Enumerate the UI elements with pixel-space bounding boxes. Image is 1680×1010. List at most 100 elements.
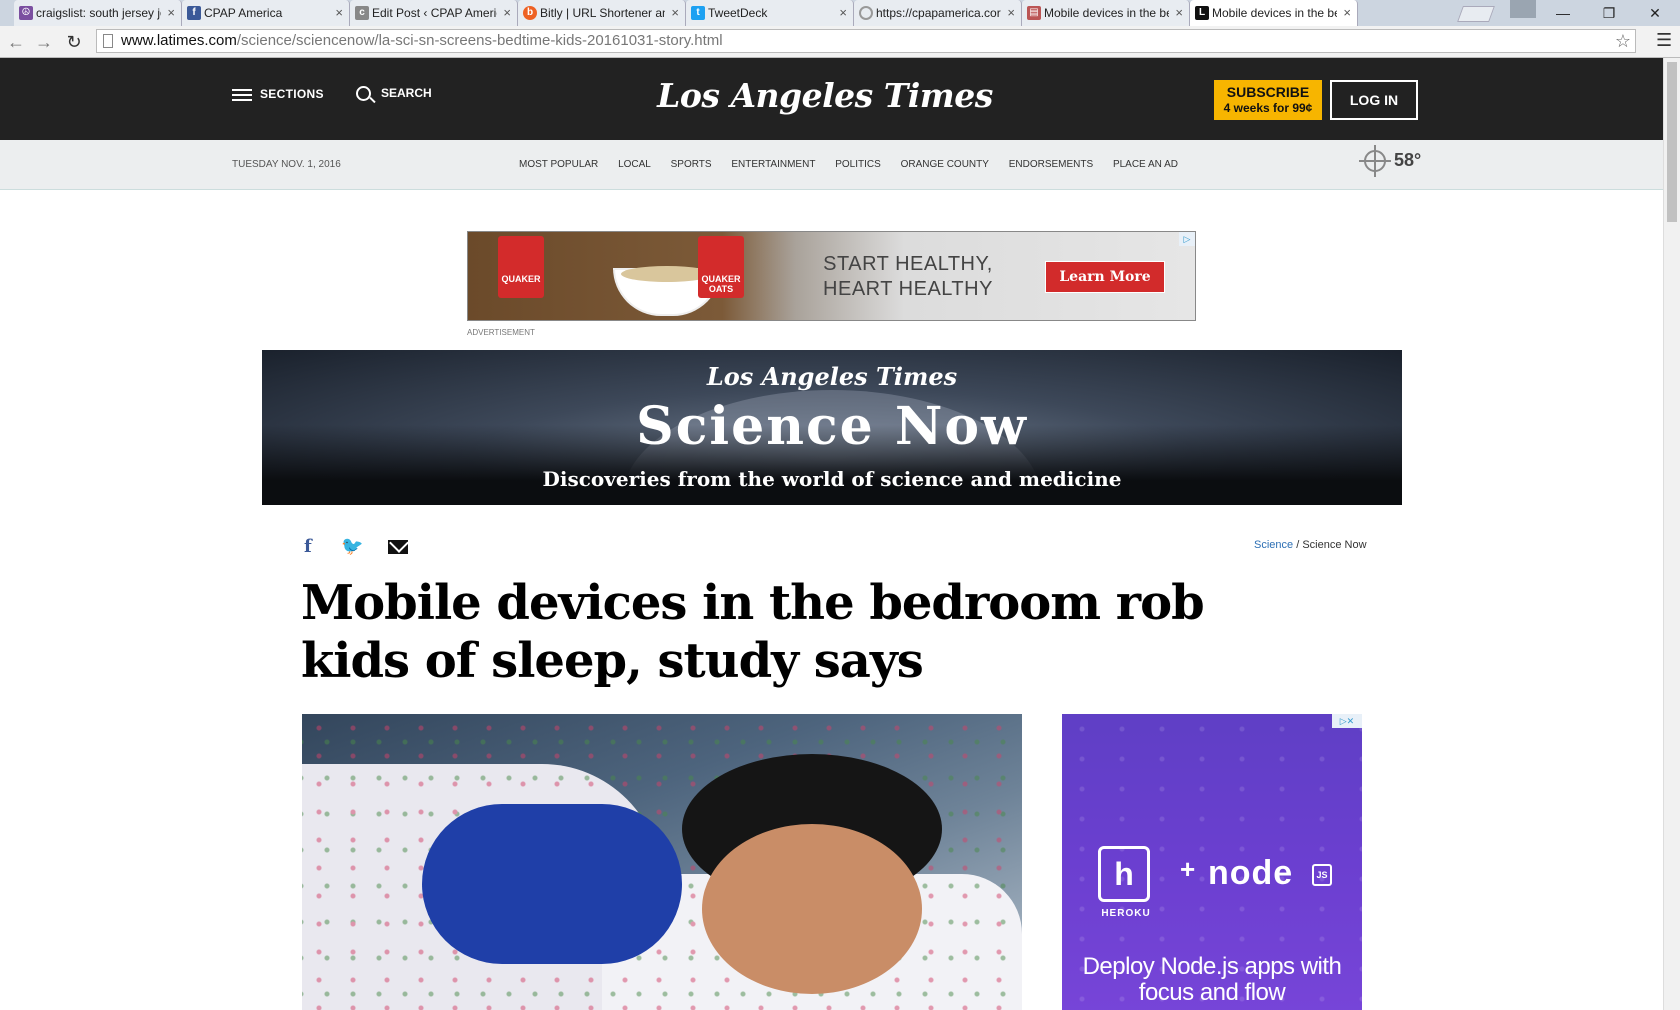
subscribe-offer: 4 weeks for 99¢: [1223, 101, 1313, 115]
subscribe-label: SUBSCRIBE: [1226, 84, 1310, 100]
tab-close-icon[interactable]: ×: [335, 0, 343, 26]
quaker-ad[interactable]: QUAKER QUAKER OATS START HEALTHY, HEART …: [467, 231, 1196, 321]
browser-tab-active[interactable]: L Mobile devices in the be ×: [1190, 0, 1358, 26]
tab-title: https://cpapamerica.cor: [876, 6, 1001, 20]
page-icon: [103, 34, 113, 48]
breadcrumb: Science / Science Now: [1254, 539, 1367, 551]
plus-sign: +: [1180, 854, 1196, 884]
ad-headline-line: START HEALTHY,: [823, 253, 993, 275]
browser-tab[interactable]: https://cpapamerica.cor ×: [854, 0, 1022, 26]
blue-shirt-shape: [422, 804, 682, 964]
close-window-icon[interactable]: ✕: [1632, 2, 1678, 24]
reload-icon[interactable]: ↻: [62, 30, 86, 54]
nav-link-endorsements[interactable]: ENDORSEMENTS: [1009, 159, 1093, 170]
heroku-name: HEROKU: [1101, 908, 1151, 919]
browser-tab[interactable]: ☮ craigslist: south jersey jo ×: [14, 0, 182, 26]
tab-title: Edit Post ‹ CPAP Americ: [372, 6, 497, 20]
forward-icon[interactable]: →: [32, 30, 56, 54]
nav-link-local[interactable]: LOCAL: [618, 159, 651, 170]
banner-title: Science Now: [636, 396, 1028, 457]
browser-menu-icon[interactable]: ☰: [1656, 30, 1672, 51]
browser-toolbar: ← → ↻ www.latimes.com/science/sciencenow…: [0, 26, 1680, 58]
heroku-ad-copy: Deploy Node.js apps with focus and flow: [1082, 953, 1342, 1006]
subscribe-button[interactable]: SUBSCRIBE 4 weeks for 99¢: [1214, 80, 1322, 120]
nav-link-politics[interactable]: POLITICS: [835, 159, 881, 170]
tab-close-icon[interactable]: ×: [671, 0, 679, 26]
tab-close-icon[interactable]: ×: [1175, 0, 1183, 26]
heroku-logo-icon: h: [1098, 846, 1150, 902]
article-headline: Mobile devices in the bedroom rob kids o…: [301, 575, 1205, 689]
login-button[interactable]: LOG IN: [1330, 80, 1418, 120]
ad-headline: START HEALTHY, HEART HEALTHY: [808, 252, 1008, 302]
sections-button[interactable]: SECTIONS: [232, 86, 324, 104]
browser-tab[interactable]: t TweetDeck ×: [686, 0, 854, 26]
email-share-icon[interactable]: [388, 540, 408, 554]
tab-close-icon[interactable]: ×: [839, 0, 847, 26]
scrollbar-thumb[interactable]: [1667, 62, 1677, 222]
breadcrumb-science-now[interactable]: Science Now: [1302, 539, 1366, 551]
banner-logo: Los Angeles Times: [706, 362, 958, 391]
browser-tab[interactable]: ▤ Mobile devices in the be ×: [1022, 0, 1190, 26]
nav-link-place-an-ad[interactable]: PLACE AN AD: [1113, 159, 1178, 170]
tab-title: TweetDeck: [708, 6, 768, 20]
adchoices-icon[interactable]: ▷✕: [1332, 714, 1362, 728]
advertisement-label: ADVERTISEMENT: [467, 328, 535, 337]
url-path: /science/sciencenow/la-sci-sn-screens-be…: [236, 32, 723, 49]
hamburger-icon: [232, 86, 252, 104]
back-icon[interactable]: ←: [4, 30, 28, 54]
tab-close-icon[interactable]: ×: [1343, 0, 1351, 26]
bookmark-star-icon[interactable]: ☆: [1615, 30, 1631, 52]
facebook-icon: f: [187, 6, 201, 20]
bitly-icon: b: [523, 6, 537, 20]
profile-icon[interactable]: [1510, 0, 1536, 18]
learn-more-button[interactable]: Learn More: [1045, 261, 1165, 293]
nav-links: MOST POPULAR LOCAL SPORTS ENTERTAINMENT …: [519, 159, 1195, 170]
site-logo[interactable]: Los Angeles Times: [620, 76, 1030, 115]
new-tab-button[interactable]: [1457, 6, 1495, 22]
tab-title: Mobile devices in the be: [1044, 6, 1169, 20]
js-badge-icon: JS: [1312, 864, 1332, 886]
cpap-icon: c: [355, 6, 369, 20]
breadcrumb-separator: /: [1293, 539, 1303, 551]
twitter-icon: t: [691, 6, 705, 20]
nav-link-orange-county[interactable]: ORANGE COUNTY: [901, 159, 989, 170]
tab-title: CPAP America: [204, 6, 283, 20]
nav-link-most-popular[interactable]: MOST POPULAR: [519, 159, 598, 170]
browser-tab[interactable]: c Edit Post ‹ CPAP Americ ×: [350, 0, 518, 26]
tab-title: Bitly | URL Shortener an: [540, 6, 665, 20]
minimize-icon[interactable]: —: [1540, 2, 1586, 24]
tab-title: craigslist: south jersey jo: [36, 6, 161, 20]
browser-tab[interactable]: f CPAP America ×: [182, 0, 350, 26]
search-icon: [356, 86, 371, 102]
search-button[interactable]: SEARCH: [356, 86, 432, 102]
banner-subtitle: Discoveries from the world of science an…: [542, 467, 1122, 491]
tab-close-icon[interactable]: ×: [1007, 0, 1015, 26]
document-icon: ▤: [1027, 6, 1041, 20]
ad-headline-line: HEART HEALTHY: [823, 278, 993, 300]
vertical-scrollbar[interactable]: [1663, 58, 1680, 1010]
nav-link-sports[interactable]: SPORTS: [671, 159, 712, 170]
heroku-ad[interactable]: h HEROKU + node JS Deploy Node.js apps w…: [1062, 714, 1362, 1010]
twitter-share-icon[interactable]: 🐦: [341, 536, 363, 557]
browser-tab[interactable]: b Bitly | URL Shortener an ×: [518, 0, 686, 26]
weather-widget[interactable]: 58°: [1359, 145, 1421, 178]
science-now-banner[interactable]: Los Angeles Times Science Now Discoverie…: [262, 350, 1402, 505]
tab-title: Mobile devices in the be: [1212, 6, 1337, 20]
breadcrumb-science[interactable]: Science: [1254, 539, 1293, 551]
sections-label: SECTIONS: [260, 87, 324, 102]
adchoices-icon[interactable]: ▷: [1179, 232, 1195, 246]
address-bar[interactable]: www.latimes.com/science/sciencenow/la-sc…: [96, 29, 1636, 53]
webpage: SECTIONS SEARCH Los Angeles Times SUBSCR…: [0, 58, 1663, 1010]
tab-close-icon[interactable]: ×: [503, 0, 511, 26]
section-nav: TUESDAY NOV. 1, 2016 MOST POPULAR LOCAL …: [0, 140, 1663, 190]
restore-icon[interactable]: ❐: [1586, 2, 1632, 24]
nav-link-entertainment[interactable]: ENTERTAINMENT: [731, 159, 815, 170]
tab-close-icon[interactable]: ×: [167, 0, 175, 26]
facebook-share-icon[interactable]: f: [304, 536, 312, 557]
url-host: www.latimes.com: [121, 32, 237, 49]
peace-icon: ☮: [19, 6, 33, 20]
latimes-icon: L: [1195, 6, 1209, 20]
search-label: SEARCH: [381, 86, 432, 100]
tab-strip: ☮ craigslist: south jersey jo × f CPAP A…: [0, 0, 1680, 26]
masthead: SECTIONS SEARCH Los Angeles Times SUBSCR…: [0, 58, 1663, 140]
